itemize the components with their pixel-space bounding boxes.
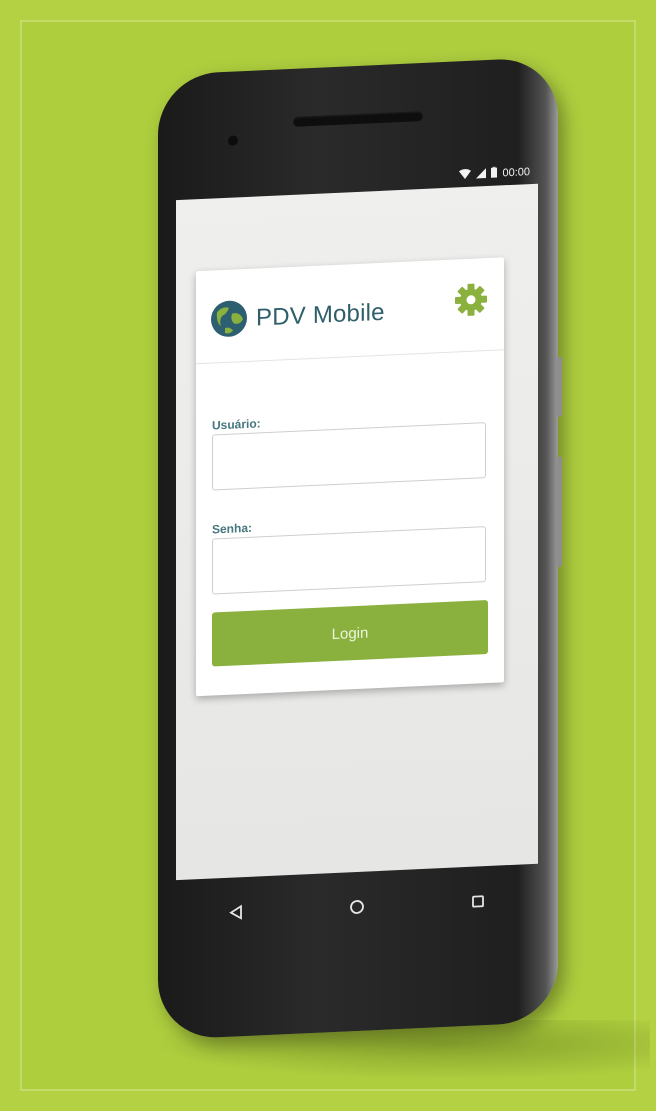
password-input[interactable] [212, 526, 486, 595]
home-circle-icon[interactable] [337, 886, 377, 928]
globe-icon [210, 299, 248, 339]
card-header: PDV Mobile [196, 257, 504, 365]
status-time: 00:00 [502, 166, 530, 180]
recents-square-icon[interactable] [458, 881, 498, 923]
earpiece-speaker [293, 110, 423, 127]
front-camera [228, 135, 238, 146]
power-button [557, 456, 562, 567]
username-label: Usuário: [212, 416, 261, 433]
app-title: PDV Mobile [256, 298, 385, 332]
password-label: Senha: [212, 520, 253, 537]
signal-icon [476, 167, 487, 181]
android-nav-bar [176, 864, 538, 950]
username-input[interactable] [212, 422, 486, 491]
phone-device: 00:00 PDV Mobile Usuário: Senha: Login [158, 56, 562, 1040]
login-card: PDV Mobile Usuário: Senha: Login [196, 257, 504, 697]
app-screen: PDV Mobile Usuário: Senha: Login [176, 183, 538, 881]
gear-icon[interactable] [454, 282, 488, 318]
wifi-icon [459, 168, 472, 182]
back-triangle-icon[interactable] [216, 892, 256, 934]
battery-icon [491, 166, 498, 181]
login-button[interactable]: Login [212, 600, 488, 667]
volume-button [557, 356, 562, 417]
